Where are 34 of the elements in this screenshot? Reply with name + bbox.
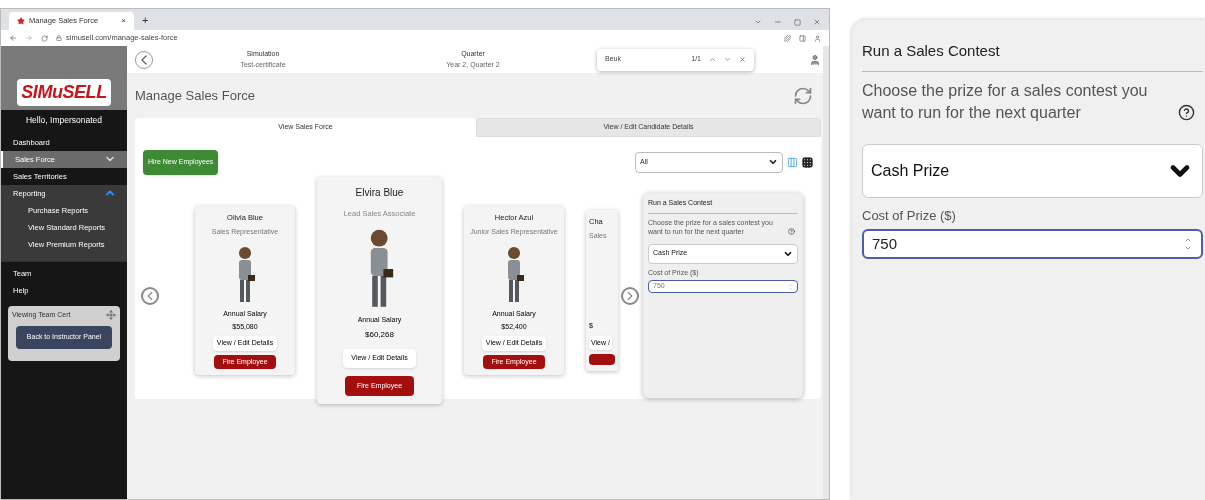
salary-value: $60,268 [365, 329, 394, 342]
page-title: Manage Sales Force [135, 86, 255, 105]
tab-search-icon[interactable] [754, 18, 762, 26]
sidebar-icon[interactable] [799, 34, 806, 42]
spinner-icon[interactable] [1183, 236, 1193, 252]
extensions-icon[interactable] [784, 34, 791, 42]
profile-icon[interactable] [814, 34, 821, 42]
spinner-icon[interactable] [788, 282, 793, 291]
fire-employee-button[interactable] [589, 354, 615, 366]
close-icon[interactable] [813, 18, 821, 26]
next-icon[interactable] [724, 56, 731, 63]
tab-favicon-icon [17, 17, 25, 25]
reload-icon[interactable] [41, 34, 48, 42]
prize-dropdown[interactable]: Cash Prize [862, 143, 1203, 198]
move-icon[interactable] [106, 310, 116, 320]
user-icon[interactable] [809, 53, 821, 66]
previous-icon[interactable] [709, 56, 716, 63]
tab-close-button[interactable]: × [121, 15, 126, 27]
refresh-icon[interactable] [793, 85, 813, 106]
logo: SIMuSELL [17, 79, 111, 106]
contest-title: Run a Sales Contest [862, 40, 1203, 72]
cost-label: Cost of Prize ($) [862, 206, 957, 225]
greeting: Hello, Impersonated [24, 114, 104, 127]
cost-field[interactable]: 750 [862, 229, 1203, 259]
employee-name: Elvira Blue [355, 185, 404, 200]
back-icon[interactable] [9, 34, 17, 42]
close-icon[interactable] [739, 56, 746, 63]
contest-description: Choose the prize for a sales contest you want to run for the next quarter [862, 80, 1149, 123]
help-icon[interactable] [1178, 103, 1195, 121]
maximize-icon[interactable] [794, 18, 801, 26]
minimize-icon[interactable] [774, 18, 782, 26]
grid-view-icon[interactable] [802, 156, 813, 168]
forward-icon[interactable] [25, 34, 33, 42]
new-tab-button[interactable]: + [142, 11, 149, 28]
